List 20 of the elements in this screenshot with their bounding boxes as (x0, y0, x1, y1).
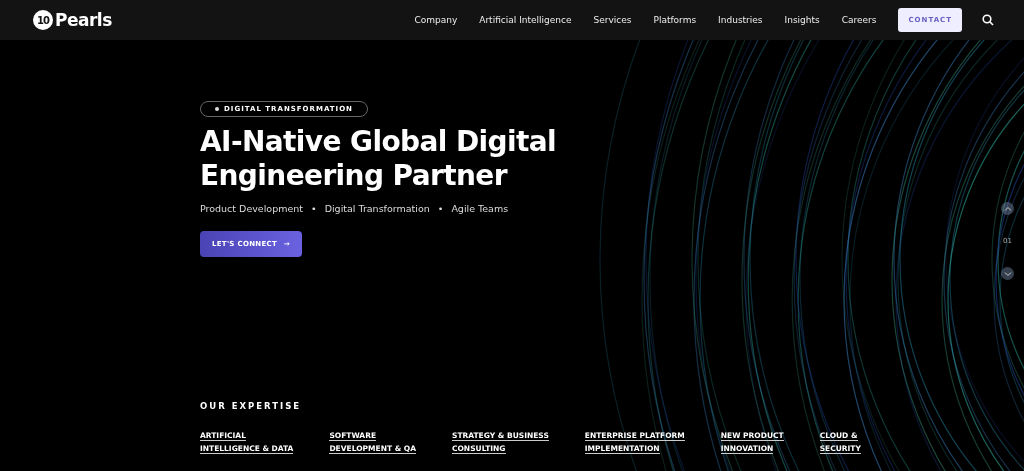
service-tag: Product Development (200, 203, 304, 214)
section-heading: OUR EXPERTISE (200, 401, 303, 411)
nav-link[interactable]: Insights (784, 15, 820, 25)
hero-title: AI-Native Global Digital Engineering Partner (200, 125, 558, 193)
previous-slide-button[interactable] (1001, 202, 1014, 215)
nav-link[interactable]: Careers (841, 15, 877, 25)
nav-link[interactable]: Industries (718, 15, 763, 25)
search-icon[interactable] (982, 14, 994, 26)
nav-link[interactable]: Company (414, 15, 458, 25)
nav-link[interactable]: Platforms (653, 15, 697, 25)
nav-link[interactable]: Artificial Intelligence (479, 15, 572, 25)
chevron-up-icon (1003, 204, 1012, 213)
company-logo[interactable]: 10 Pearls (33, 10, 112, 30)
service-tag: Digital Transformation (324, 203, 430, 214)
nav-link[interactable]: Services (593, 15, 632, 25)
service-tag: Agile Teams (451, 203, 509, 214)
next-slide-button[interactable] (1001, 267, 1014, 280)
separator-dot: • (437, 203, 444, 214)
chevron-down-icon (1003, 269, 1012, 278)
separator-dot: • (311, 203, 317, 214)
